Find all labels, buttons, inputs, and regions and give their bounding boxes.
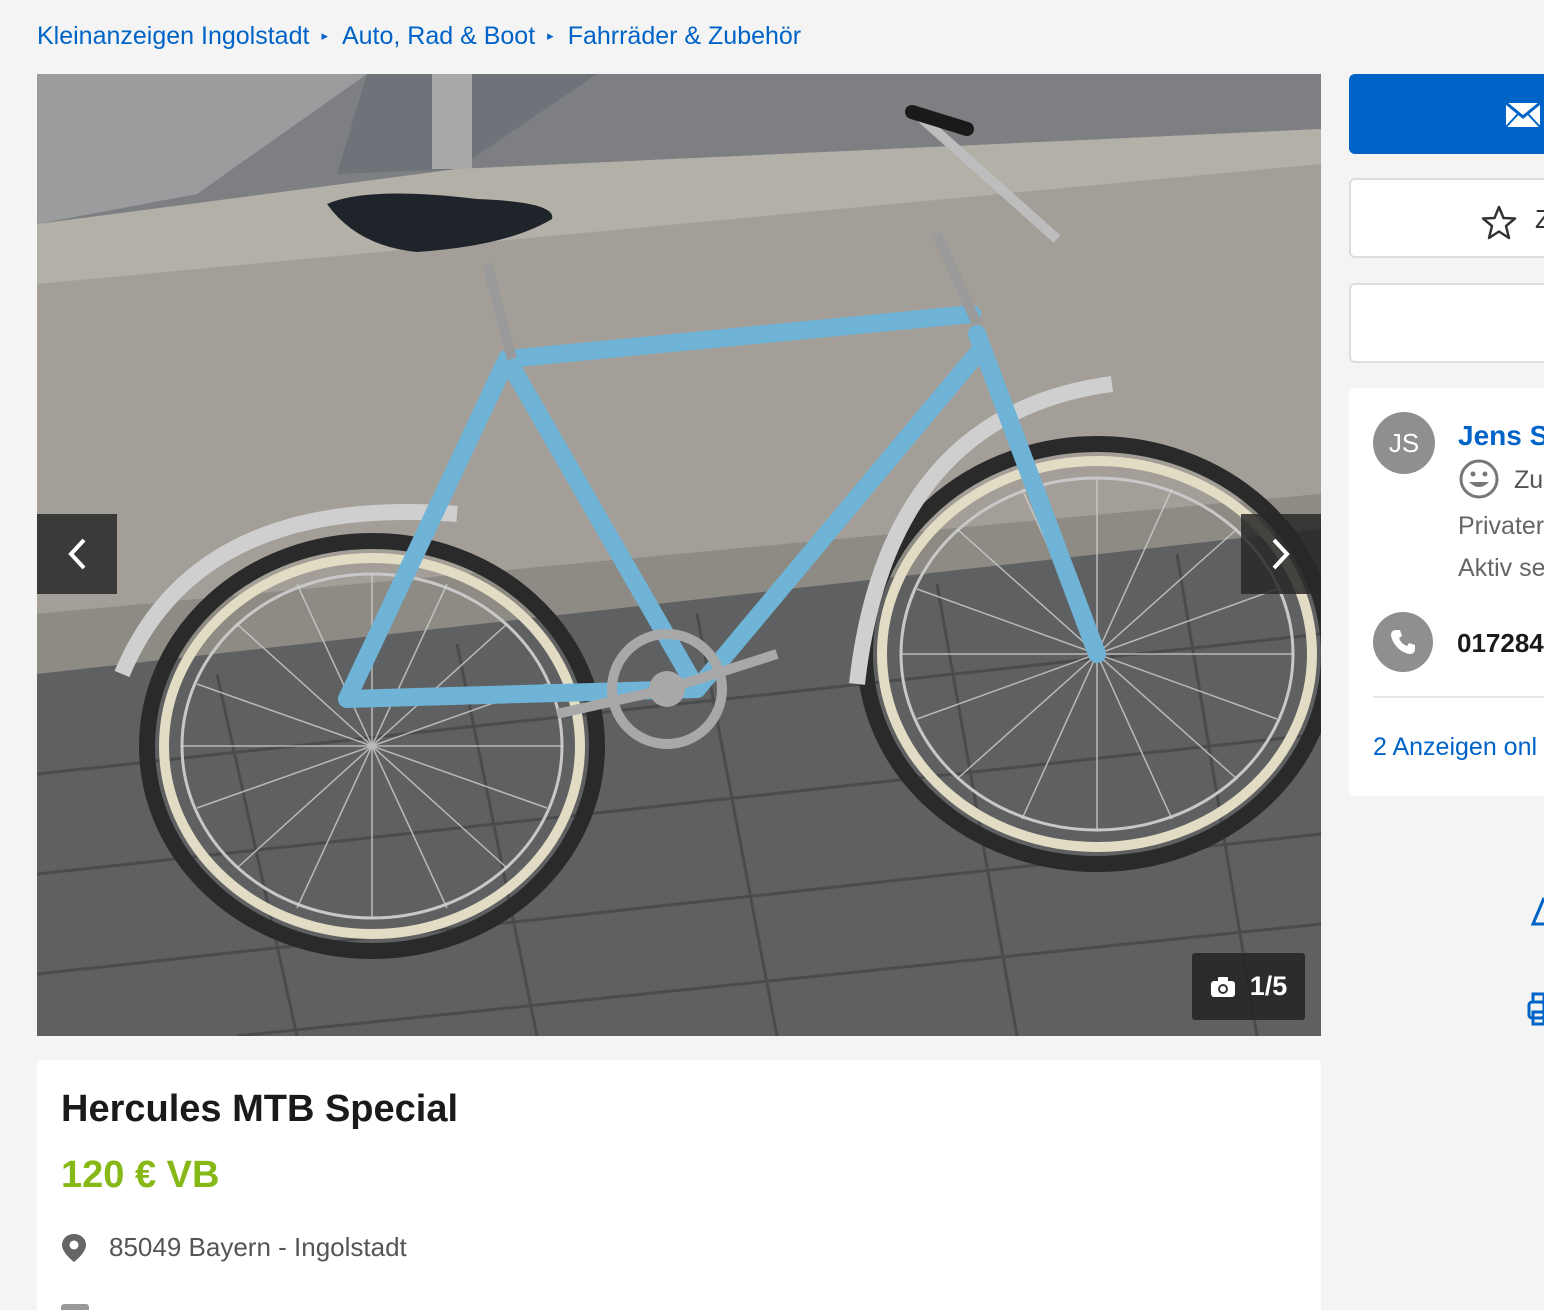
breadcrumb-separator-icon: ▸: [547, 28, 554, 43]
avatar: JS: [1373, 412, 1435, 474]
location-pin-icon: [62, 1233, 86, 1262]
watchlist-label: Z: [1535, 204, 1544, 234]
breadcrumb-link-region[interactable]: Kleinanzeigen Ingolstadt: [37, 22, 309, 51]
seller-active-since: Aktiv se: [1458, 554, 1544, 582]
divider: [1373, 696, 1544, 698]
breadcrumb-link-category[interactable]: Auto, Rad & Boot: [342, 22, 535, 51]
image-gallery[interactable]: 1/5: [37, 74, 1321, 1036]
phone-icon: [1391, 630, 1415, 654]
ad-price: 120 € VB: [61, 1154, 220, 1196]
image-counter-text: 1/5: [1249, 971, 1288, 1001]
ad-details-card: Hercules MTB Special 120 € VB 85049 Baye…: [37, 1060, 1321, 1310]
ad-title: Hercules MTB Special: [61, 1088, 459, 1130]
smiley-icon: [1459, 459, 1499, 499]
gallery-next-button[interactable]: [1241, 514, 1321, 594]
contact-button[interactable]: [1349, 74, 1544, 154]
listing-photo: [37, 74, 1321, 1036]
seller-ads-link[interactable]: 2 Anzeigen onl: [1373, 733, 1537, 762]
ad-location: 85049 Bayern - Ingolstadt: [61, 1232, 407, 1263]
gallery-prev-button[interactable]: [37, 514, 117, 594]
seller-phone-number[interactable]: 017284: [1457, 628, 1544, 659]
watchlist-button[interactable]: Z: [1349, 178, 1544, 258]
date-icon: [61, 1304, 89, 1310]
seller-card: JS Jens S Zu Privater Aktiv se 017284 2 …: [1349, 388, 1544, 796]
breadcrumb: Kleinanzeigen Ingolstadt ▸ Auto, Rad & B…: [37, 18, 801, 54]
warning-icon[interactable]: [1530, 896, 1544, 926]
ad-location-text: 85049 Bayern - Ingolstadt: [109, 1232, 407, 1262]
phone-icon-badge: [1373, 612, 1433, 672]
chevron-right-icon: [1272, 538, 1290, 570]
seller-rating: Zu: [1514, 466, 1544, 494]
listing-page: Kleinanzeigen Ingolstadt ▸ Auto, Rad & B…: [0, 0, 1544, 1310]
breadcrumb-separator-icon: ▸: [321, 28, 328, 43]
camera-icon: [1210, 976, 1235, 997]
star-icon: [1481, 205, 1517, 240]
chevron-left-icon: [68, 538, 86, 570]
print-icon[interactable]: [1527, 992, 1544, 1028]
breadcrumb-link-subcategory[interactable]: Fahrräder & Zubehör: [568, 22, 801, 51]
seller-name-link[interactable]: Jens S: [1458, 420, 1544, 452]
secondary-action-button[interactable]: [1349, 283, 1544, 363]
mail-icon: [1505, 102, 1541, 128]
image-counter: 1/5: [1192, 953, 1305, 1020]
seller-type: Privater: [1458, 512, 1544, 540]
